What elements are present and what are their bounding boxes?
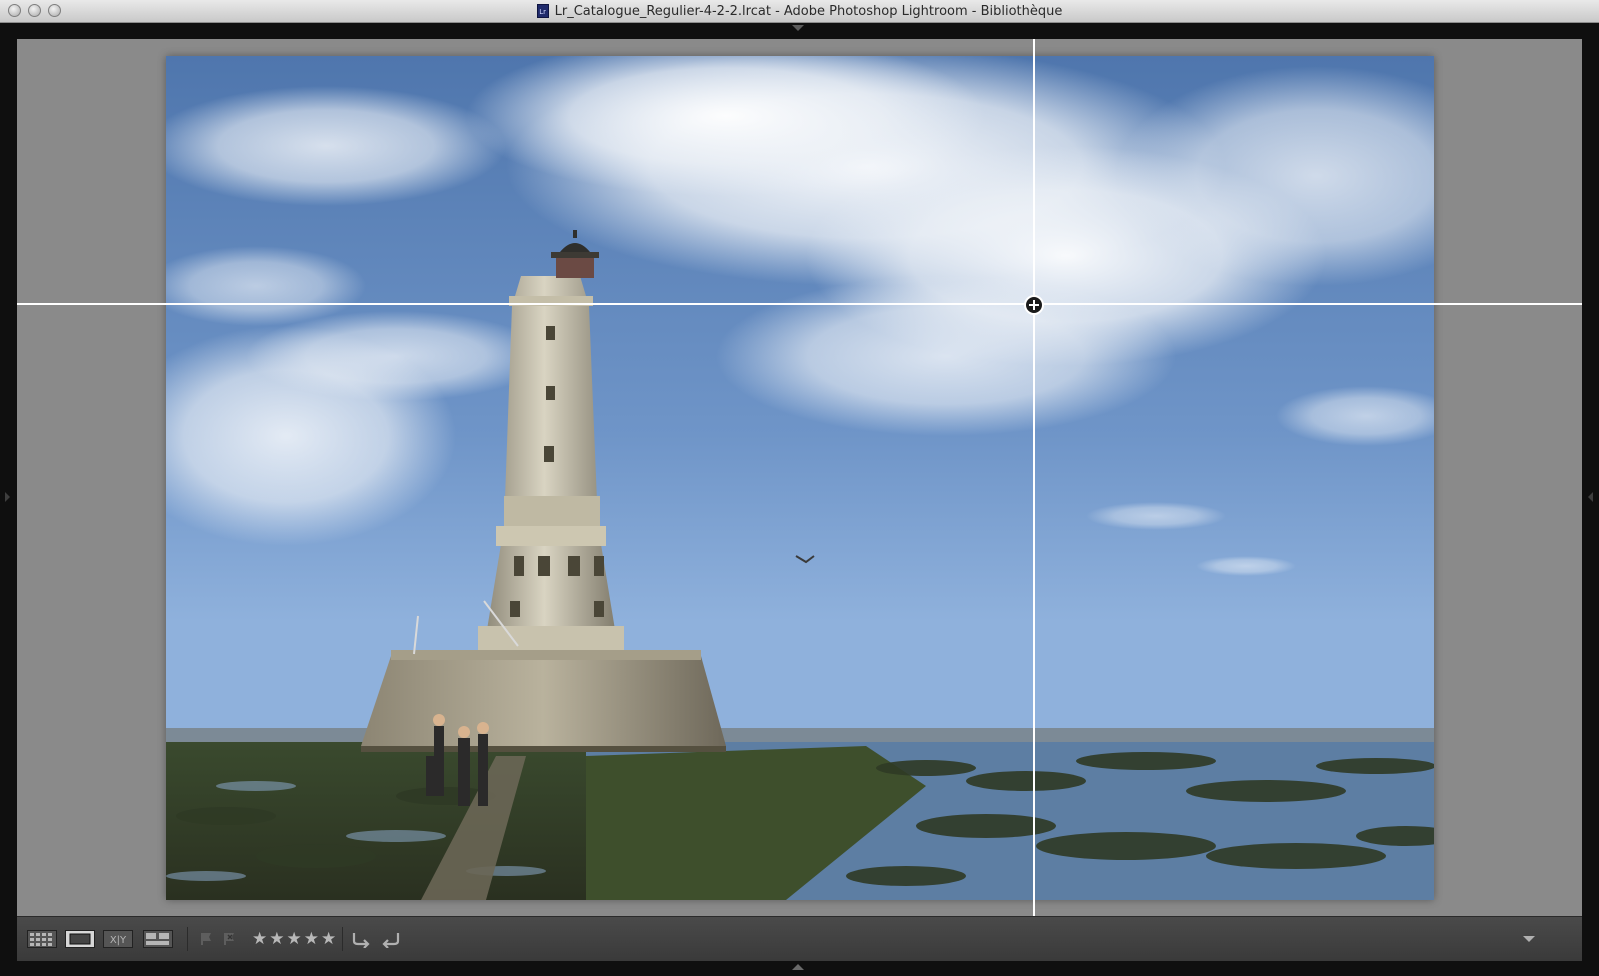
lighthouse-photo-image xyxy=(166,56,1434,900)
survey-view-icon xyxy=(143,930,173,948)
loupe-viewer[interactable] xyxy=(17,39,1582,916)
rotate-right-button[interactable] xyxy=(379,929,403,949)
vertical-guide[interactable] xyxy=(1033,39,1035,916)
toolbar-separator xyxy=(342,927,343,951)
compare-view-label: X|Y xyxy=(110,935,127,946)
loupe-view-button[interactable] xyxy=(64,929,96,949)
loupe-view-icon xyxy=(65,930,95,948)
compare-view-icon: X|Y xyxy=(103,930,133,948)
rotate-right-icon xyxy=(382,933,400,948)
right-panel-toggle-icon[interactable] xyxy=(1588,492,1593,502)
star-4-icon[interactable]: ★ xyxy=(304,929,319,949)
chevron-down-icon xyxy=(1523,936,1535,942)
guide-intersection-handle-icon[interactable] xyxy=(1024,295,1044,315)
left-panel-toggle-icon[interactable] xyxy=(5,492,10,502)
title-group: Lr Lr_Catalogue_Regulier-4-2-2.lrcat - A… xyxy=(0,0,1599,22)
rotate-left-button[interactable] xyxy=(349,929,373,949)
pick-flag-button[interactable] xyxy=(197,929,215,949)
compare-view-button[interactable]: X|Y xyxy=(102,929,134,949)
toolbar-menu-button[interactable] xyxy=(1517,929,1541,949)
lightroom-catalog-icon: Lr xyxy=(536,4,549,18)
reject-flag-button[interactable] xyxy=(220,929,238,949)
top-panel-toggle-icon[interactable] xyxy=(792,25,804,31)
library-toolbar: X|Y ★ ★ ★ ★ ★ xyxy=(17,916,1582,961)
grid-view-button[interactable] xyxy=(26,929,58,949)
horizontal-guide[interactable] xyxy=(17,303,1582,305)
window-title: Lr_Catalogue_Regulier-4-2-2.lrcat - Adob… xyxy=(554,3,1063,19)
title-bar: Lr Lr_Catalogue_Regulier-4-2-2.lrcat - A… xyxy=(0,0,1599,23)
bottom-panel-toggle-icon[interactable] xyxy=(792,964,804,970)
lightroom-window: Lr Lr_Catalogue_Regulier-4-2-2.lrcat - A… xyxy=(0,0,1599,976)
toolbar-separator xyxy=(187,927,188,951)
survey-view-button[interactable] xyxy=(142,929,174,949)
pick-flag-icon xyxy=(201,933,211,945)
star-5-icon[interactable]: ★ xyxy=(321,929,336,949)
star-2-icon[interactable]: ★ xyxy=(269,929,284,949)
reject-flag-icon xyxy=(224,933,234,945)
star-rating[interactable]: ★ ★ ★ ★ ★ xyxy=(252,929,336,949)
star-1-icon[interactable]: ★ xyxy=(252,929,267,949)
star-3-icon[interactable]: ★ xyxy=(287,929,302,949)
rotate-left-icon xyxy=(352,933,370,948)
lighthouse-photo[interactable] xyxy=(166,56,1434,900)
grid-view-icon xyxy=(27,930,57,948)
